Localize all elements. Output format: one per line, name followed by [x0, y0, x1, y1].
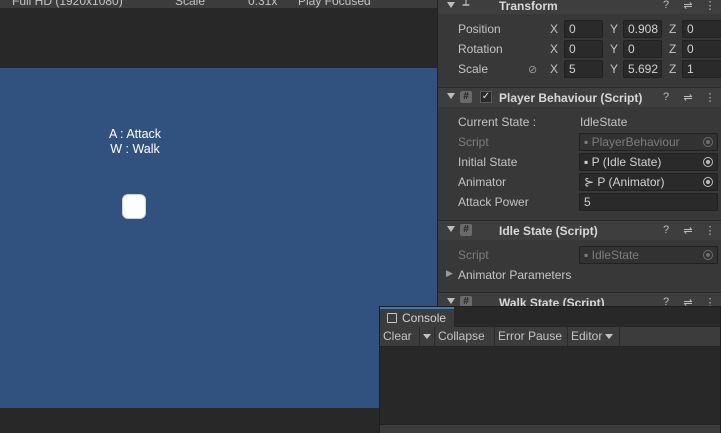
game-view-toolbar: Full HD (1920x1080) Scale 0.31x Play Foc… — [0, 0, 437, 8]
transform-header[interactable]: ⟂ Transform ? ⇌ ⋮ — [438, 0, 721, 14]
constrain-proportions-icon[interactable]: ⊘ — [528, 63, 537, 76]
idle-script-field: ▪ IdleState — [579, 246, 718, 264]
console-tab-bar: Console — [380, 307, 720, 327]
console-icon — [387, 313, 397, 323]
fold-arrow-icon[interactable] — [447, 2, 455, 8]
position-label: Position — [458, 22, 501, 36]
player-behaviour-header[interactable]: # ✓ Player Behaviour (Script) ? ⇌ ⋮ — [438, 87, 721, 107]
clear-options-dropdown[interactable] — [420, 327, 435, 346]
fold-arrow-icon[interactable] — [447, 298, 455, 304]
walk-hint: W : Walk — [110, 142, 160, 156]
scale-label: Scale — [175, 0, 206, 8]
rotation-y-field[interactable]: 0 — [623, 40, 662, 58]
scale-z-label: Z — [669, 62, 677, 76]
play-mode-dropdown[interactable]: Play Focused — [298, 0, 371, 8]
scale-z-field[interactable]: 1 — [682, 60, 721, 78]
player-behaviour-title: Player Behaviour (Script) — [499, 91, 643, 105]
scale-x-label: X — [550, 62, 559, 76]
animator-value: P (Animator) — [597, 175, 665, 189]
animator-parameters-label[interactable]: Animator Parameters — [458, 268, 571, 282]
more-icon[interactable]: ⋮ — [704, 0, 716, 12]
clear-button[interactable]: Clear — [380, 327, 420, 346]
scale-y-label: Y — [610, 62, 619, 76]
rotation-z-field[interactable]: 0 — [682, 40, 721, 58]
fold-arrow-icon[interactable] — [447, 93, 455, 99]
editor-dropdown[interactable]: Editor — [568, 327, 620, 346]
idle-state-header[interactable]: # Idle State (Script) ? ⇌ ⋮ — [438, 220, 721, 240]
scale-x-field[interactable]: 5 — [564, 60, 603, 78]
chevron-down-icon — [605, 334, 614, 340]
initial-state-value: P (Idle State) — [591, 155, 662, 169]
editor-label: Editor — [571, 329, 603, 343]
script-label: Script — [458, 135, 489, 149]
console-tab-label: Console — [402, 311, 447, 325]
script-icon: # — [460, 91, 472, 103]
rotation-x-label: X — [550, 42, 559, 56]
player-sprite — [122, 194, 146, 219]
rotation-label: Rotation — [458, 42, 503, 56]
attack-hint: A : Attack — [108, 127, 162, 141]
initial-state-label: Initial State — [458, 155, 518, 169]
position-z-field[interactable]: 0 — [682, 20, 721, 38]
script-value: PlayerBehaviour — [591, 135, 680, 149]
script-file-icon: ▪ — [584, 248, 589, 262]
more-icon[interactable]: ⋮ — [704, 224, 716, 237]
attack-power-field[interactable]: 5 — [579, 193, 718, 211]
more-icon[interactable]: ⋮ — [704, 91, 716, 104]
animator-icon: ⊱ — [584, 175, 595, 189]
script-file-icon: ▪ — [584, 155, 589, 169]
object-picker-icon[interactable] — [703, 177, 713, 187]
position-y-label: Y — [610, 22, 619, 36]
script-icon: # — [460, 224, 472, 236]
position-x-label: X — [550, 22, 559, 36]
game-canvas[interactable] — [0, 68, 437, 408]
rotation-z-label: Z — [669, 42, 677, 56]
animator-field[interactable]: ⊱ P (Animator) — [579, 173, 718, 191]
current-state-label: Current State : — [458, 115, 537, 129]
help-icon[interactable]: ? — [660, 91, 672, 104]
tab-console[interactable]: Console — [380, 307, 454, 327]
position-y-field[interactable]: 0.908 — [623, 20, 662, 38]
resolution-dropdown[interactable]: Full HD (1920x1080) — [12, 0, 123, 8]
error-pause-button[interactable]: Error Pause — [495, 327, 568, 346]
transform-title: Transform — [499, 0, 558, 13]
idle-state-title: Idle State (Script) — [499, 224, 598, 238]
rotation-x-field[interactable]: 0 — [564, 40, 603, 58]
console-log-area[interactable] — [380, 347, 720, 432]
preset-icon[interactable]: ⇌ — [682, 224, 694, 237]
console-details-area — [380, 424, 720, 433]
scale-y-field[interactable]: 5.692 — [623, 60, 662, 78]
position-x-field[interactable]: 0 — [564, 20, 603, 38]
animator-label: Animator — [458, 175, 507, 189]
console-window: Console Clear Collapse Error Pause Edito… — [379, 306, 721, 433]
preset-icon[interactable]: ⇌ — [682, 91, 694, 104]
initial-state-field[interactable]: ▪ P (Idle State) — [579, 153, 718, 171]
scale-value[interactable]: 0.31x — [248, 0, 277, 8]
help-icon[interactable]: ? — [660, 224, 672, 237]
current-state-value: IdleState — [580, 115, 628, 129]
transform-icon: ⟂ — [462, 0, 470, 8]
expand-arrow-icon[interactable]: ▶ — [446, 268, 453, 279]
object-picker-icon — [703, 250, 713, 260]
scale-label: Scale — [458, 62, 489, 76]
script-field: ▪ PlayerBehaviour — [579, 133, 718, 151]
enabled-checkbox[interactable]: ✓ — [480, 91, 492, 103]
idle-script-label: Script — [458, 248, 489, 262]
preset-icon[interactable]: ⇌ — [682, 0, 694, 12]
chevron-down-icon — [423, 334, 431, 340]
object-picker-icon[interactable] — [703, 157, 713, 167]
position-z-label: Z — [669, 22, 677, 36]
collapse-button[interactable]: Collapse — [435, 327, 495, 346]
attack-power-label: Attack Power — [458, 195, 529, 209]
rotation-y-label: Y — [610, 42, 619, 56]
console-toolbar: Clear Collapse Error Pause Editor — [380, 327, 720, 347]
clear-label: Clear — [383, 329, 412, 343]
script-file-icon: ▪ — [584, 135, 589, 149]
idle-script-value: IdleState — [591, 248, 639, 262]
object-picker-icon — [703, 137, 713, 147]
fold-arrow-icon[interactable] — [447, 226, 455, 232]
help-icon[interactable]: ? — [660, 0, 672, 12]
